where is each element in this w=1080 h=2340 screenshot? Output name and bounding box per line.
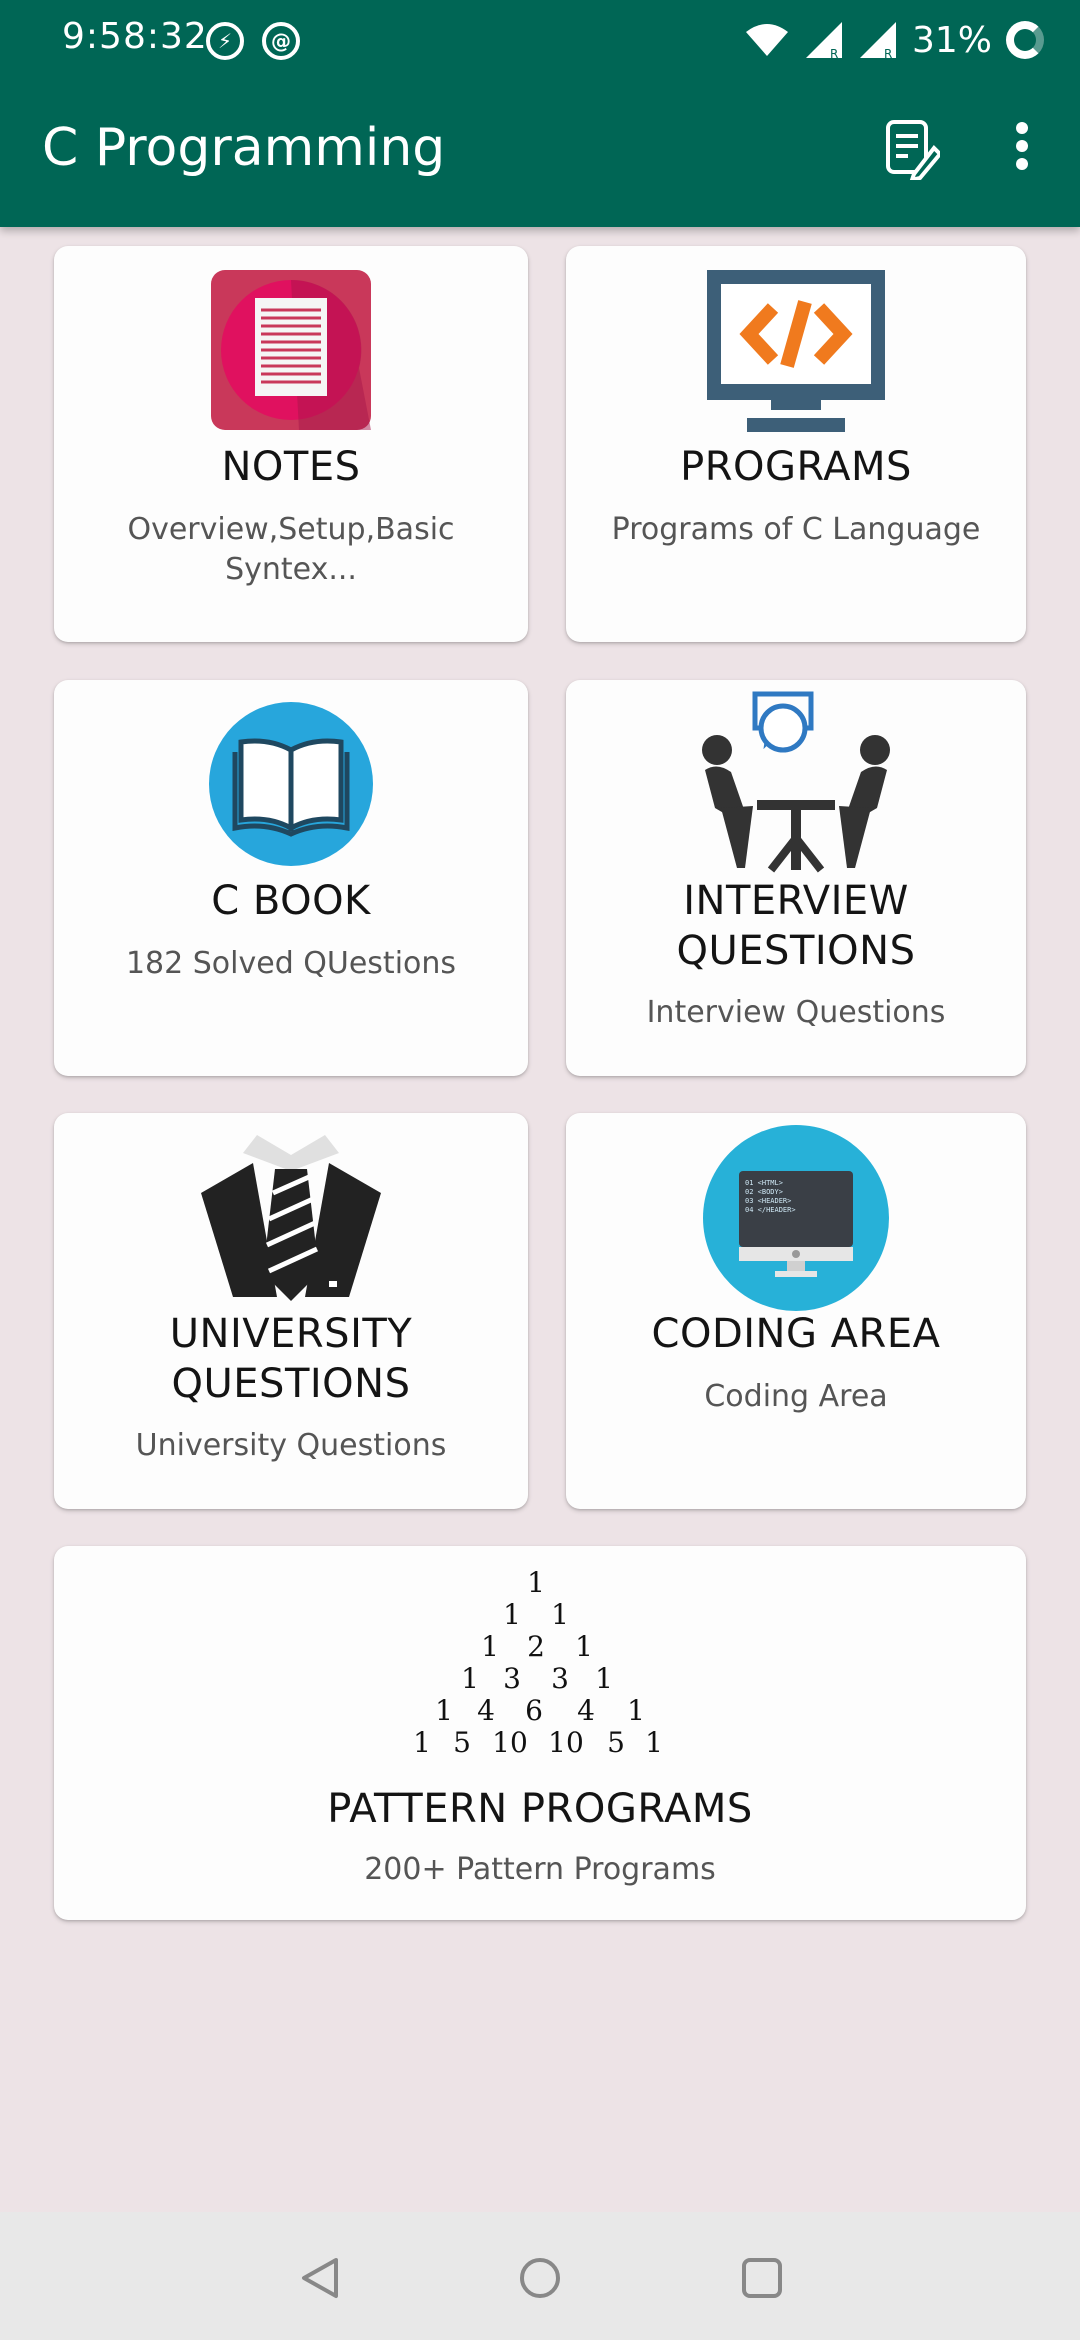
interview-people-icon — [702, 691, 890, 873]
c-book-card[interactable]: C BOOK 182 Solved QUestions — [54, 680, 528, 1076]
pattern-row: 1 — [54, 1566, 1026, 1599]
pattern-row: 1 4 6 4 1 — [54, 1694, 1026, 1727]
pattern-number: 5 — [607, 1726, 625, 1759]
page-title: C Programming — [42, 118, 446, 178]
card-title: C BOOK — [211, 878, 371, 924]
card-subtitle: University Questions — [135, 1428, 447, 1463]
code-monitor-icon — [707, 270, 885, 432]
pattern-number: 10 — [548, 1726, 584, 1759]
pattern-number: 1 — [413, 1726, 431, 1759]
pattern-number: 10 — [492, 1726, 528, 1759]
card-subtitle: Programs of C Language — [611, 512, 981, 547]
card-title: NOTES — [221, 444, 361, 490]
pattern-row: 1 1 — [54, 1598, 1026, 1631]
signal-r-icon: R — [805, 22, 842, 60]
battery-percent: 31% — [911, 19, 992, 61]
card-subtitle: Interview Questions — [646, 995, 946, 1030]
pattern-number: 4 — [477, 1694, 495, 1727]
pattern-number: 1 — [627, 1694, 645, 1727]
interview-questions-card[interactable]: INTERVIEW QUESTIONS Interview Questions — [566, 680, 1026, 1076]
card-title-line2: QUESTIONS — [171, 1361, 411, 1407]
home-icon[interactable] — [518, 2256, 562, 2300]
pattern-row: 1 5 10 10 5 1 — [54, 1726, 1026, 1759]
pattern-row: 1 2 1 — [54, 1630, 1026, 1663]
pattern-number: 4 — [577, 1694, 595, 1727]
card-subtitle: 182 Solved QUestions — [125, 946, 457, 981]
pattern-number: 3 — [551, 1662, 569, 1695]
notes-edit-icon[interactable] — [884, 118, 940, 180]
pattern-number: 1 — [461, 1662, 479, 1695]
svg-text:R: R — [884, 47, 892, 60]
card-title: PROGRAMS — [680, 444, 912, 490]
pattern-number: 6 — [525, 1694, 543, 1727]
pattern-programs-card[interactable]: 1 1 1 1 2 1 1 3 3 1 1 4 6 4 1 1 5 10 10 — [54, 1546, 1026, 1920]
sync-circle-icon: @ — [262, 22, 300, 60]
pattern-number: 2 — [527, 1630, 545, 1663]
pattern-number: 3 — [503, 1662, 521, 1695]
recents-icon[interactable] — [740, 2256, 784, 2300]
status-right-group: R R 31% — [744, 18, 1044, 62]
html-monitor-icon: 01 <HTML> 02 <BODY> 03 <HEADER> 04 </HEA… — [703, 1125, 889, 1311]
pattern-number: 5 — [453, 1726, 471, 1759]
pattern-row: 1 3 3 1 — [54, 1662, 1026, 1695]
pascal-triangle-icon: 1 1 1 1 2 1 1 3 3 1 1 4 6 4 1 1 5 10 10 — [54, 1566, 1026, 1759]
code-line: 01 <HTML> — [745, 1179, 783, 1187]
pattern-number: 1 — [595, 1662, 613, 1695]
suit-tie-icon — [201, 1135, 381, 1301]
pattern-number: 1 — [481, 1630, 499, 1663]
back-icon[interactable] — [298, 2256, 342, 2300]
card-subtitle: Overview,Setup,Basic Syntex... — [127, 512, 455, 587]
battery-ring-icon — [1006, 21, 1044, 59]
wifi-icon — [745, 24, 788, 56]
open-book-icon — [209, 702, 373, 866]
more-vert-icon[interactable] — [1012, 118, 1032, 174]
university-questions-card[interactable]: UNIVERSITY QUESTIONS University Question… — [54, 1113, 528, 1509]
system-nav-bar — [0, 2212, 1080, 2340]
pattern-number: 1 — [575, 1630, 593, 1663]
code-line: 03 <HEADER> — [745, 1197, 792, 1205]
card-subtitle: Coding Area — [704, 1379, 888, 1414]
card-title-line2: QUESTIONS — [676, 928, 916, 974]
programs-card[interactable]: PROGRAMS Programs of C Language — [566, 246, 1026, 642]
svg-text:R: R — [830, 47, 838, 60]
pattern-number: 1 — [527, 1566, 545, 1599]
pattern-number: 1 — [551, 1598, 569, 1631]
pattern-number: 1 — [435, 1694, 453, 1727]
pattern-number: 1 — [645, 1726, 663, 1759]
signal-r-icon: R — [859, 22, 896, 60]
status-time: 9:58:32 — [62, 16, 208, 57]
coding-area-card[interactable]: 01 <HTML> 02 <BODY> 03 <HEADER> 04 </HEA… — [566, 1113, 1026, 1509]
flash-circle-icon: ⚡ — [206, 22, 244, 60]
code-line: 02 <BODY> — [745, 1188, 783, 1196]
code-line: 04 </HEADER> — [745, 1206, 796, 1214]
card-subtitle: 200+ Pattern Programs — [364, 1852, 716, 1887]
card-title-line1: UNIVERSITY — [169, 1311, 413, 1357]
pattern-number: 1 — [503, 1598, 521, 1631]
card-title: CODING AREA — [651, 1311, 941, 1357]
app-bar: 9:58:32 ⚡ @ R R 31% C Programming — [0, 0, 1080, 227]
notes-card[interactable]: NOTES Overview,Setup,Basic Syntex... — [54, 246, 528, 642]
notes-document-icon — [211, 270, 371, 430]
card-title: PATTERN PROGRAMS — [327, 1786, 753, 1832]
status-bar: 9:58:32 ⚡ @ R R 31% — [0, 0, 1080, 80]
card-title-line1: INTERVIEW — [683, 878, 909, 924]
